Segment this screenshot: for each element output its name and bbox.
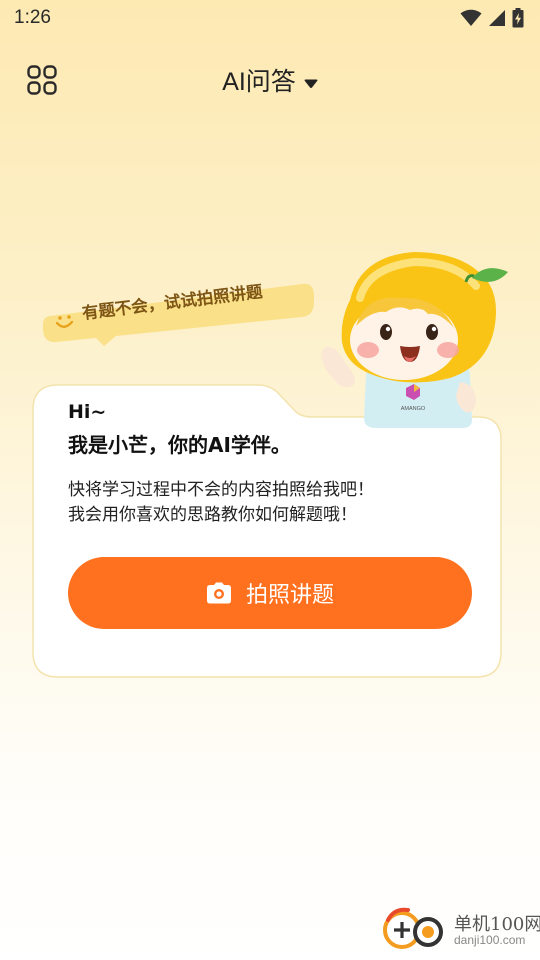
watermark-domain: danji100.com [454, 933, 526, 947]
page-title: AI问答 [222, 68, 296, 96]
wifi-icon [460, 9, 482, 26]
smile-icon [55, 315, 74, 328]
intro-text: 我是小芒，你的AI学伴。 [68, 433, 291, 457]
card-content: Hi~ 我是小芒，你的AI学伴。 快将学习过程中不会的内容拍照给我吧！ 我会用你… [68, 400, 478, 528]
battery-icon [512, 8, 524, 28]
header: AI问答 [0, 52, 540, 104]
description-line-1: 快将学习过程中不会的内容拍照给我吧！ [68, 480, 374, 500]
status-bar: 1:26 [0, 0, 540, 36]
status-time: 1:26 [14, 7, 51, 28]
camera-icon [206, 582, 231, 604]
photo-question-button[interactable]: 拍照讲题 [68, 557, 472, 629]
photo-question-button-label: 拍照讲题 [245, 583, 334, 608]
mode-selector[interactable]: AI问答 [0, 62, 540, 98]
description: 快将学习过程中不会的内容拍照给我吧！ 我会用你喜欢的思路教你如何解题哦！ [68, 478, 478, 528]
watermark-logo-icon [383, 907, 443, 949]
status-icons [460, 8, 524, 28]
watermark: 单机100网 danji100.com [382, 902, 540, 954]
description-line-2: 我会用你喜欢的思路教你如何解题哦！ [68, 505, 357, 525]
signal-icon [489, 10, 505, 26]
caret-down-icon [304, 79, 318, 88]
greeting-text: Hi~ [68, 401, 107, 423]
